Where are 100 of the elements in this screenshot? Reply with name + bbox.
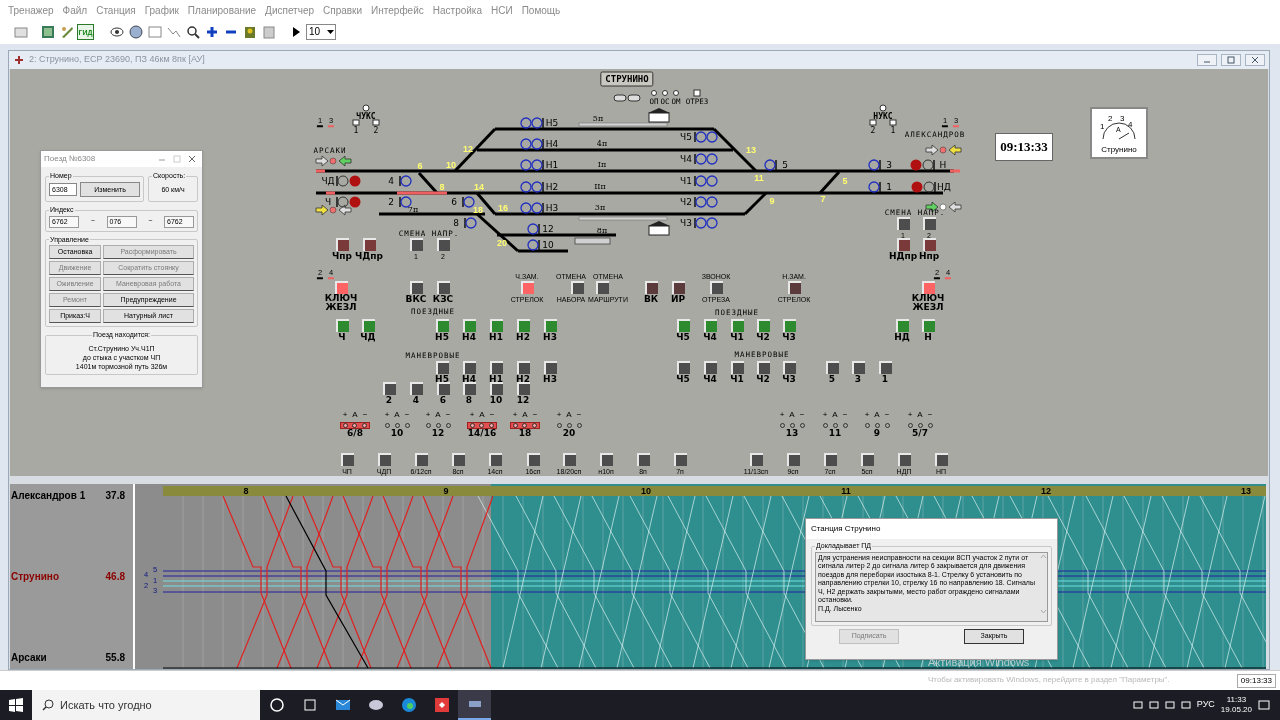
button-label: 5 — [828, 374, 836, 384]
panel-button[interactable] — [852, 361, 865, 374]
panel-button[interactable] — [378, 453, 391, 466]
panel-button[interactable] — [517, 382, 530, 395]
panel-button[interactable] — [731, 361, 744, 374]
lamp-icon — [329, 206, 337, 214]
button-label: КЛЮЧ ЖЕЗЛ — [910, 294, 946, 312]
panel-button[interactable] — [757, 361, 770, 374]
panel-button[interactable] — [544, 361, 557, 374]
panel-button[interactable] — [410, 281, 423, 294]
panel-button[interactable] — [383, 382, 396, 395]
panel-button[interactable] — [436, 319, 449, 332]
signal-icon — [464, 217, 477, 229]
panel-button[interactable] — [677, 361, 690, 374]
panel-button[interactable] — [490, 382, 503, 395]
panel-button[interactable] — [463, 319, 476, 332]
panel-button[interactable] — [410, 382, 423, 395]
panel-button[interactable] — [922, 319, 935, 332]
panel-button[interactable] — [489, 453, 502, 466]
panel-button[interactable] — [436, 361, 449, 374]
signal-icon — [694, 131, 718, 143]
panel-button[interactable] — [362, 319, 375, 332]
menu-item[interactable]: Станция — [96, 2, 136, 18]
panel-button[interactable] — [897, 238, 910, 251]
menu-item[interactable]: Файл — [62, 2, 88, 18]
panel-button[interactable] — [517, 361, 530, 374]
menu-item[interactable]: Планирование — [187, 2, 257, 18]
panel-button[interactable] — [672, 281, 685, 294]
panel-button[interactable] — [935, 453, 948, 466]
button-label: Ч1 — [730, 332, 744, 342]
menu-item[interactable]: Справки — [323, 2, 363, 18]
taskbar-time[interactable]: 11:33 — [1226, 696, 1247, 704]
search-field[interactable]: Искать что угодно — [32, 690, 260, 720]
panel-button[interactable] — [731, 319, 744, 332]
panel-button[interactable] — [415, 453, 428, 466]
panel-button[interactable] — [527, 453, 540, 466]
panel-button[interactable] — [824, 453, 837, 466]
signal-label: НД — [937, 182, 951, 192]
panel-button[interactable] — [896, 319, 909, 332]
panel-button[interactable] — [600, 453, 613, 466]
panel-button[interactable] — [897, 217, 910, 230]
menu-item[interactable]: Тренажер — [8, 2, 54, 18]
panel-button[interactable] — [787, 453, 800, 466]
menu-item[interactable]: График — [144, 2, 179, 18]
panel-button[interactable] — [879, 361, 892, 374]
panel-button[interactable] — [750, 453, 763, 466]
panel-button[interactable] — [710, 281, 723, 294]
panel-button[interactable] — [463, 382, 476, 395]
panel-button[interactable] — [826, 361, 839, 374]
taskbar-date[interactable]: 19.05.20 — [1220, 706, 1252, 714]
panel-button[interactable] — [563, 453, 576, 466]
panel-button[interactable] — [437, 238, 450, 251]
panel-button[interactable] — [783, 361, 796, 374]
panel-button[interactable] — [861, 453, 874, 466]
panel-button[interactable] — [596, 281, 609, 294]
panel-button[interactable] — [452, 453, 465, 466]
panel-button[interactable] — [923, 217, 936, 230]
panel-button[interactable] — [490, 361, 503, 374]
signal-label: Ч5 — [680, 132, 692, 142]
panel-button[interactable] — [544, 319, 557, 332]
panel-button[interactable] — [490, 319, 503, 332]
panel-button[interactable] — [923, 238, 936, 251]
lamp-icon — [939, 203, 947, 211]
panel-button[interactable] — [704, 361, 717, 374]
menu-item[interactable]: Помощь — [521, 2, 561, 18]
panel-button[interactable] — [437, 281, 450, 294]
panel-button[interactable] — [363, 238, 376, 251]
speed-dropdown[interactable]: 10 — [306, 24, 336, 40]
search-button[interactable] — [184, 23, 201, 41]
panel-button[interactable] — [704, 319, 717, 332]
button-label: Ч1 — [730, 374, 744, 384]
panel-button[interactable] — [645, 281, 658, 294]
panel-button[interactable] — [336, 238, 349, 251]
menu-item[interactable]: Диспетчер — [265, 2, 315, 18]
menu-item[interactable]: Настройка — [432, 2, 482, 18]
button-label: Ч3 — [782, 374, 796, 384]
arrow-icon — [315, 155, 329, 167]
panel-button[interactable] — [410, 238, 423, 251]
panel-button[interactable] — [898, 453, 911, 466]
switch-number: 18 — [473, 205, 483, 215]
panel-button[interactable] — [571, 281, 584, 294]
panel-button[interactable] — [517, 319, 530, 332]
panel-button[interactable] — [757, 319, 770, 332]
panel-button[interactable] — [674, 453, 687, 466]
language-indicator[interactable]: РУС — [1196, 698, 1215, 712]
panel-button[interactable] — [788, 281, 801, 294]
panel-button[interactable] — [783, 319, 796, 332]
station-km: 55.8 — [105, 651, 125, 665]
switch-label: 13 — [785, 428, 799, 438]
signal-label: Н2 — [545, 182, 559, 192]
menu-item[interactable]: Интерфейс — [371, 2, 424, 18]
panel-button[interactable] — [437, 382, 450, 395]
panel-button[interactable] — [637, 453, 650, 466]
panel-button[interactable] — [677, 319, 690, 332]
close-button[interactable] — [1245, 54, 1265, 66]
panel-button[interactable] — [341, 453, 354, 466]
panel-button[interactable] — [463, 361, 476, 374]
menu-item[interactable]: НСИ — [491, 2, 513, 18]
report-text-area[interactable] — [815, 551, 1048, 622]
panel-button[interactable] — [336, 319, 349, 332]
